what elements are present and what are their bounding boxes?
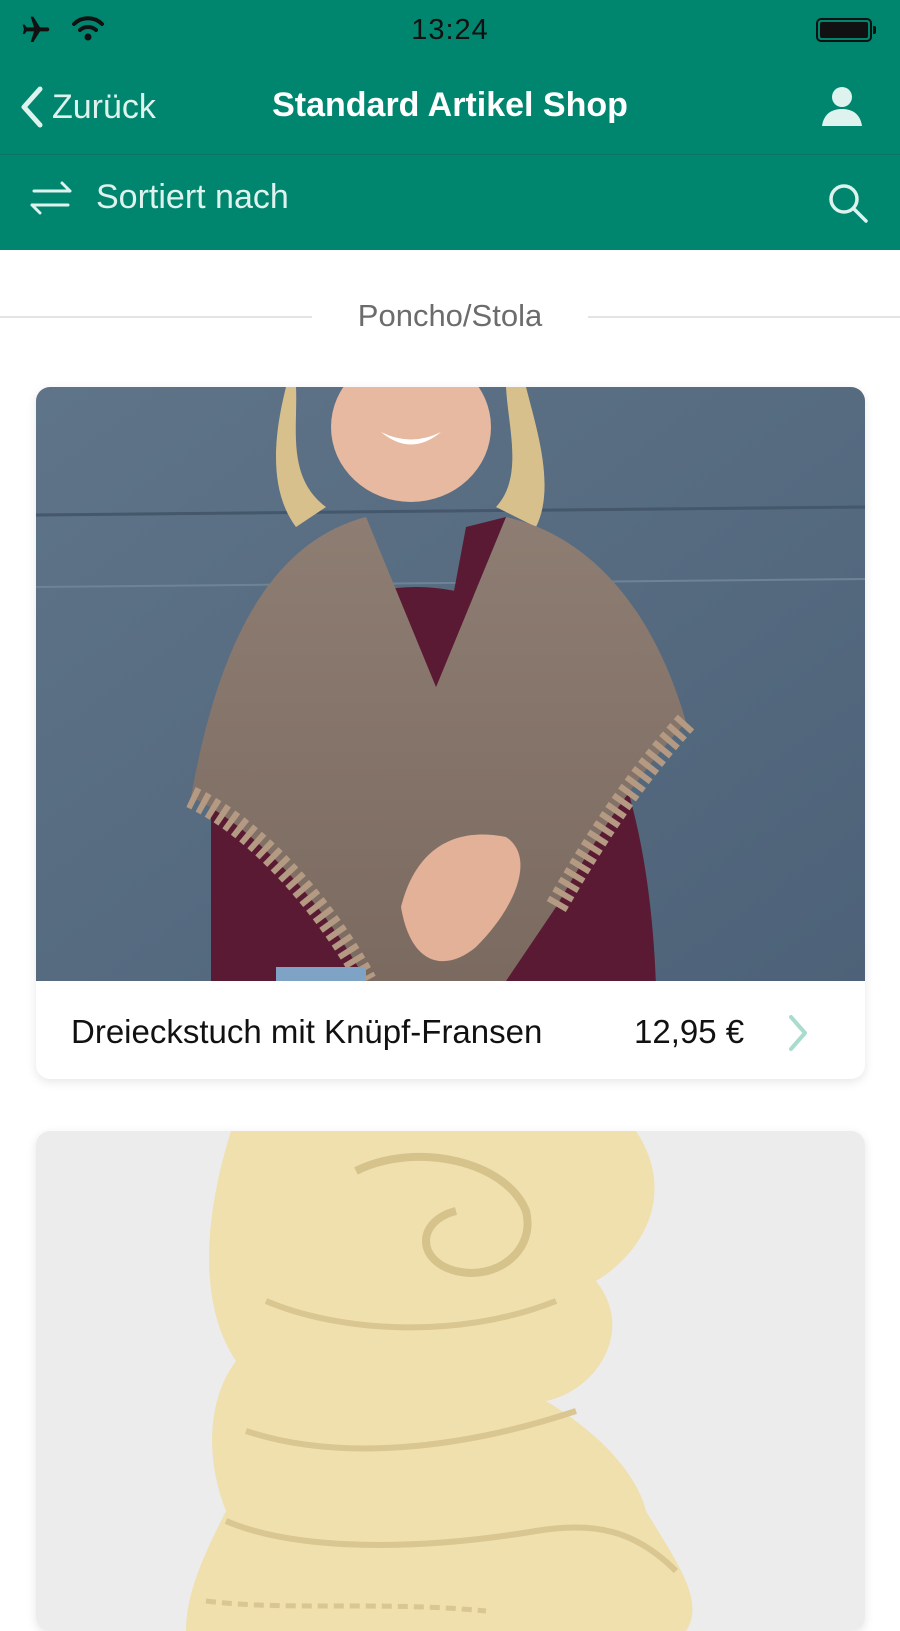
divider	[588, 316, 900, 318]
search-icon[interactable]	[826, 181, 870, 230]
navigation-bar: Zurück Standard Artikel Shop	[0, 62, 900, 154]
product-image	[36, 1131, 865, 1631]
sort-label: Sortiert nach	[96, 177, 289, 216]
app-header: 13:24 Zurück Standard Artikel Shop Sorti…	[0, 0, 900, 250]
sort-button[interactable]: Sortiert nach	[26, 177, 289, 217]
page-title: Standard Artikel Shop	[272, 86, 628, 124]
section-header: Poncho/Stola	[0, 290, 900, 340]
product-caption: Dreieckstuch mit Knüpf-Fransen 12,95 €	[36, 981, 865, 1079]
sort-toolbar: Sortiert nach	[0, 154, 900, 250]
status-bar: 13:24	[0, 0, 900, 62]
product-image	[36, 387, 865, 981]
chevron-right-icon	[787, 1013, 809, 1058]
battery-icon	[816, 18, 876, 42]
swap-arrows-icon	[30, 181, 72, 215]
product-price: 12,95 €	[634, 1013, 745, 1050]
user-profile-icon[interactable]	[820, 84, 864, 133]
product-card[interactable]: Dreieckstuch mit Knüpf-Fransen 12,95 €	[36, 387, 865, 1079]
product-name: Dreieckstuch mit Knüpf-Fransen	[71, 1013, 543, 1050]
product-card[interactable]	[36, 1131, 865, 1631]
status-time: 13:24	[411, 14, 489, 46]
